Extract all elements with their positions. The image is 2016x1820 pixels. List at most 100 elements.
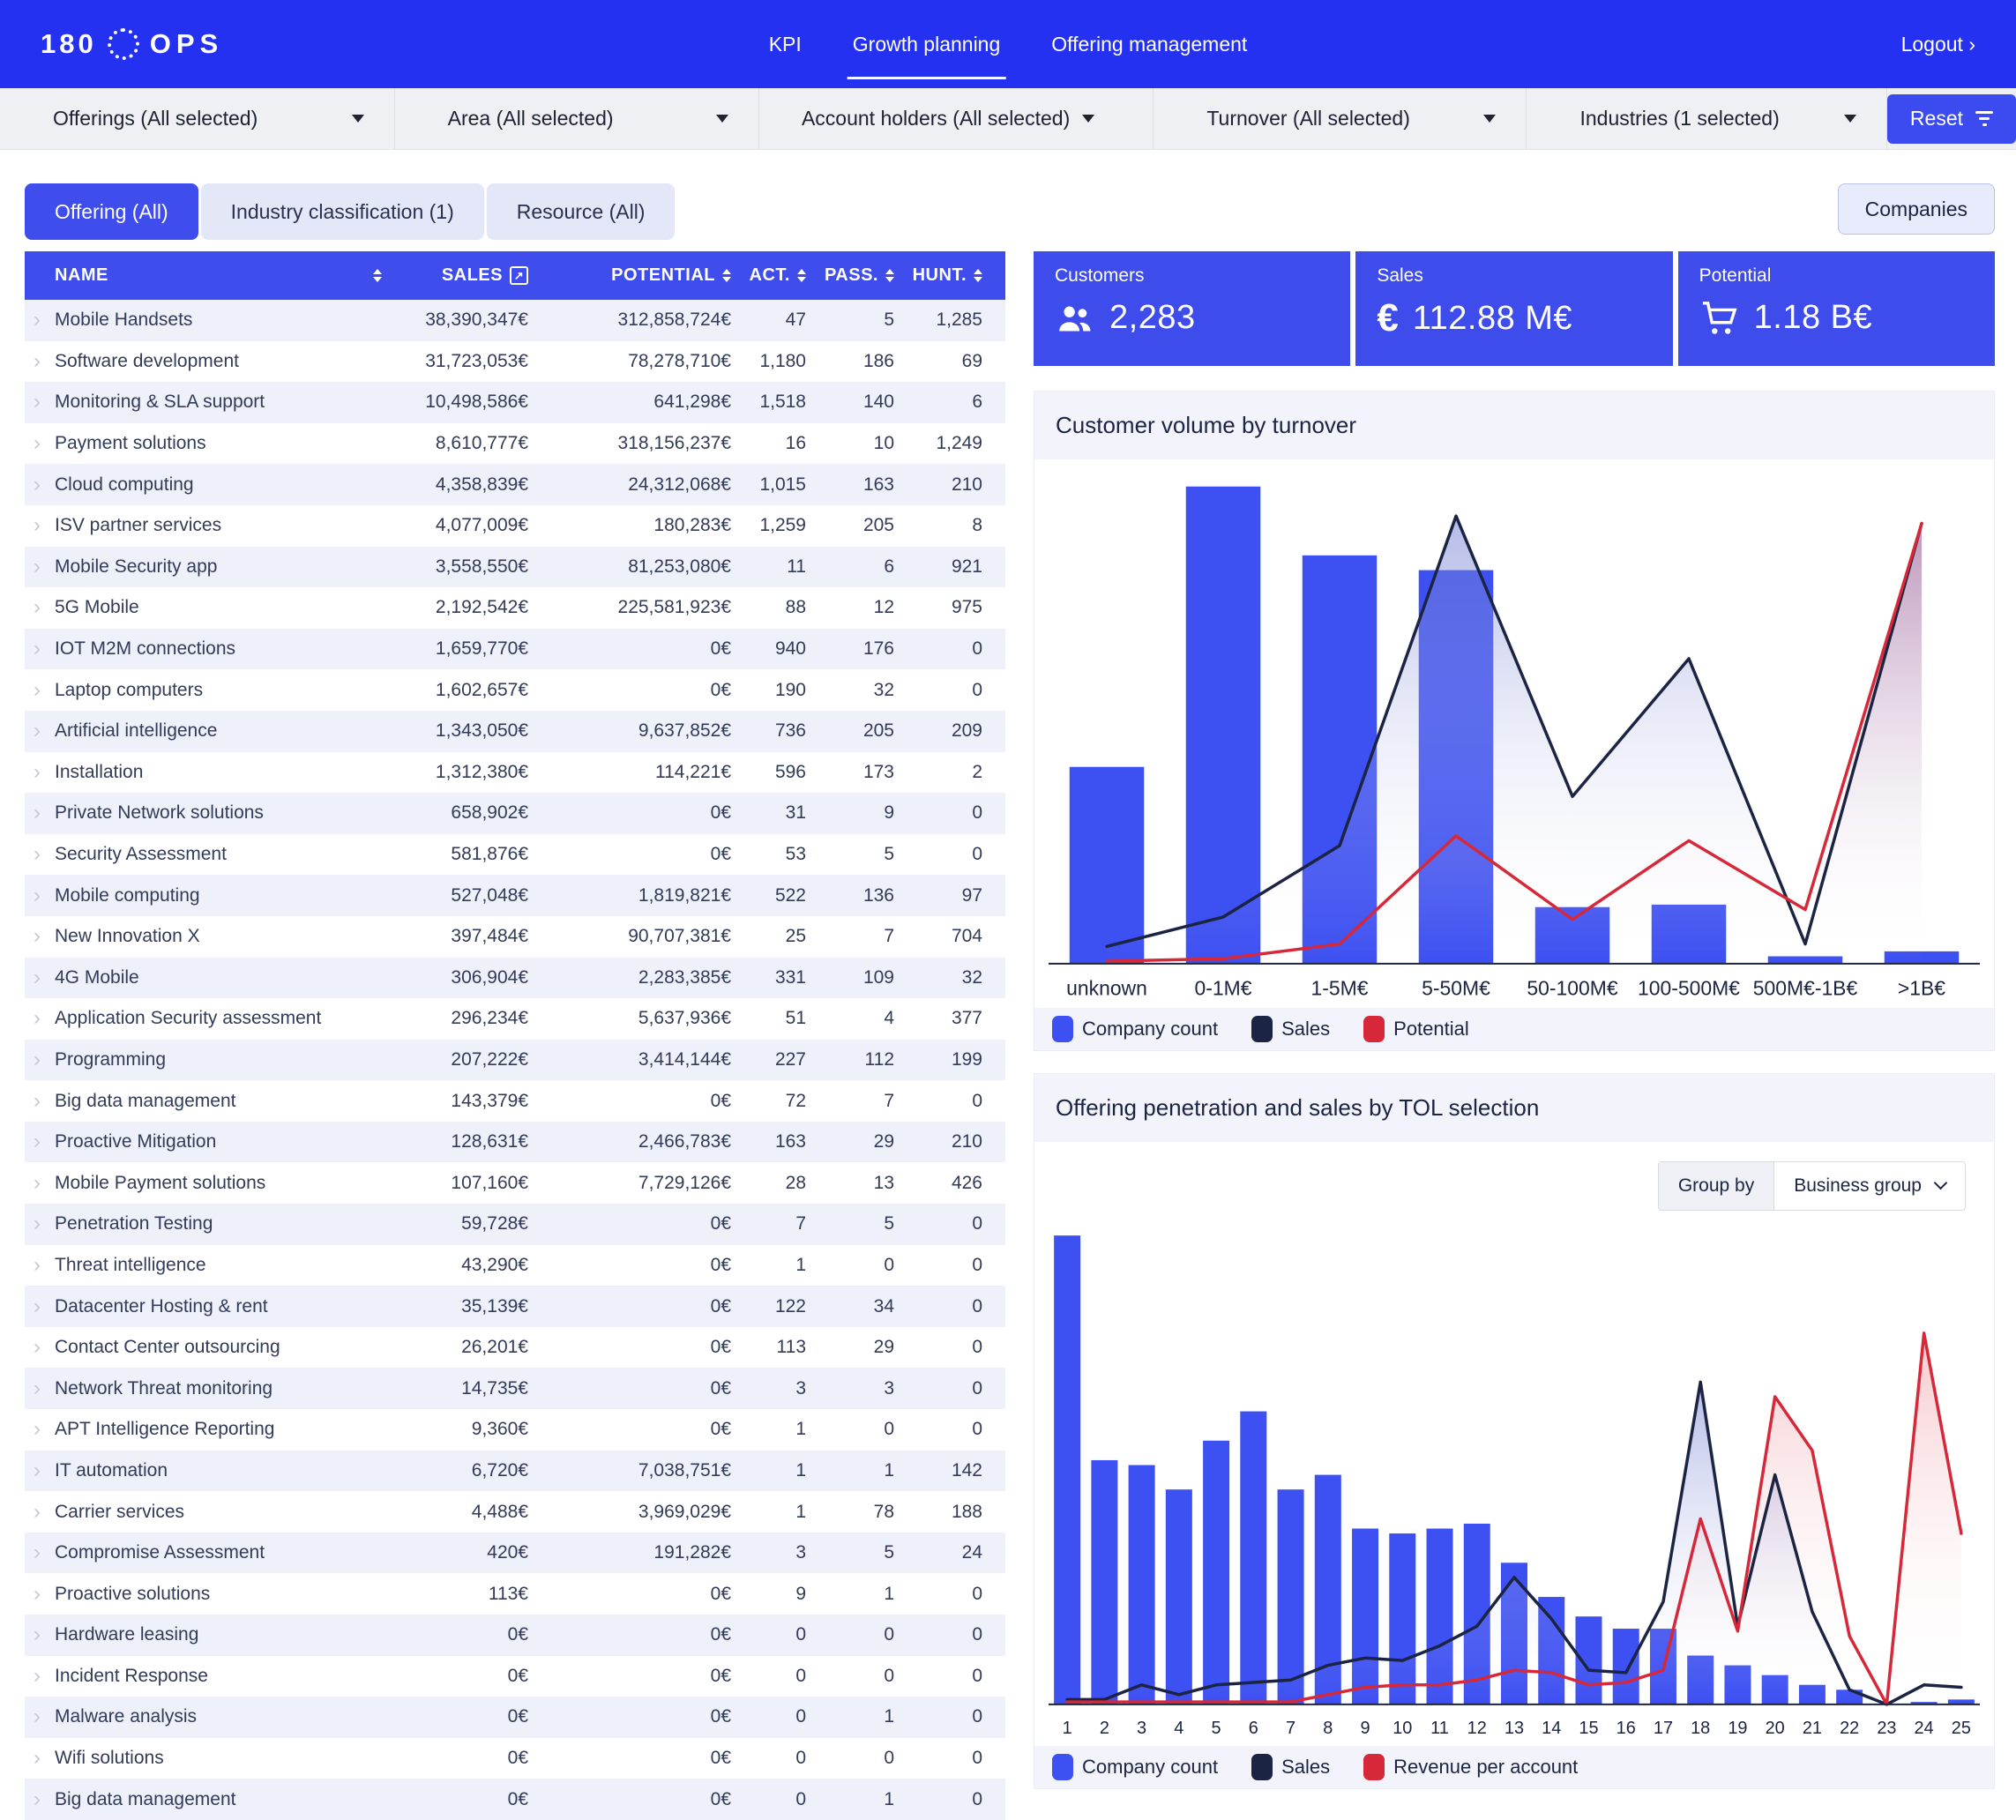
table-row[interactable]: › Carrier services 4,488€ 3,969,029€ 1 7… xyxy=(25,1491,1005,1533)
table-row[interactable]: › ISV partner services 4,077,009€ 180,28… xyxy=(25,505,1005,547)
column-header-hunt[interactable]: HUNT. xyxy=(907,265,995,286)
column-header-act[interactable]: ACT. xyxy=(743,265,818,286)
table-row[interactable]: › New Innovation X 397,484€ 90,707,381€ … xyxy=(25,916,1005,958)
table-row[interactable]: › Malware analysis 0€ 0€ 0 1 0 xyxy=(25,1697,1005,1738)
table-row[interactable]: › Compromise Assessment 420€ 191,282€ 3 … xyxy=(25,1533,1005,1574)
row-expand-chevron-icon[interactable]: › xyxy=(25,392,55,413)
row-expand-chevron-icon[interactable]: › xyxy=(25,1419,55,1440)
tab-offering-all-[interactable]: Offering (All) xyxy=(25,183,198,240)
cell-hunt: 0 xyxy=(907,1378,995,1399)
table-row[interactable]: › Software development 31,723,053€ 78,27… xyxy=(25,341,1005,383)
row-expand-chevron-icon[interactable]: › xyxy=(25,597,55,618)
row-expand-chevron-icon[interactable]: › xyxy=(25,1131,55,1152)
table-row[interactable]: › Mobile Security app 3,558,550€ 81,253,… xyxy=(25,547,1005,588)
table-row[interactable]: › Threat intelligence 43,290€ 0€ 1 0 0 xyxy=(25,1245,1005,1287)
table-row[interactable]: › Contact Center outsourcing 26,201€ 0€ … xyxy=(25,1327,1005,1369)
row-expand-chevron-icon[interactable]: › xyxy=(25,1584,55,1605)
table-row[interactable]: › Payment solutions 8,610,777€ 318,156,2… xyxy=(25,423,1005,465)
nav-link-growth-planning[interactable]: Growth planning xyxy=(853,0,1001,88)
row-expand-chevron-icon[interactable]: › xyxy=(25,844,55,865)
row-expand-chevron-icon[interactable]: › xyxy=(25,1049,55,1070)
row-expand-chevron-icon[interactable]: › xyxy=(25,1748,55,1769)
table-row[interactable]: › Cloud computing 4,358,839€ 24,312,068€… xyxy=(25,464,1005,505)
row-expand-chevron-icon[interactable]: › xyxy=(25,1789,55,1810)
row-expand-chevron-icon[interactable]: › xyxy=(25,1624,55,1645)
legend-item-revenue-per-account: Revenue per account xyxy=(1363,1754,1578,1780)
filter-dropdown[interactable]: Area (All selected) xyxy=(395,88,759,149)
reset-filters-button[interactable]: Reset xyxy=(1887,94,2016,144)
row-expand-chevron-icon[interactable]: › xyxy=(25,556,55,578)
row-expand-chevron-icon[interactable]: › xyxy=(25,1337,55,1358)
row-expand-chevron-icon[interactable]: › xyxy=(25,1255,55,1276)
filter-dropdown[interactable]: Industries (1 selected) xyxy=(1527,88,1886,149)
table-row[interactable]: › Proactive Mitigation 128,631€ 2,466,78… xyxy=(25,1122,1005,1163)
row-expand-chevron-icon[interactable]: › xyxy=(25,1213,55,1234)
table-row[interactable]: › Mobile Handsets 38,390,347€ 312,858,72… xyxy=(25,300,1005,341)
row-expand-chevron-icon[interactable]: › xyxy=(25,1666,55,1687)
row-expand-chevron-icon[interactable]: › xyxy=(25,351,55,372)
row-expand-chevron-icon[interactable]: › xyxy=(25,926,55,947)
row-expand-chevron-icon[interactable]: › xyxy=(25,762,55,783)
table-row[interactable]: › Artificial intelligence 1,343,050€ 9,6… xyxy=(25,711,1005,752)
row-expand-chevron-icon[interactable]: › xyxy=(25,1706,55,1727)
table-row[interactable]: › Laptop computers 1,602,657€ 0€ 190 32 … xyxy=(25,669,1005,711)
table-row[interactable]: › Datacenter Hosting & rent 35,139€ 0€ 1… xyxy=(25,1286,1005,1327)
table-row[interactable]: › Incident Response 0€ 0€ 0 0 0 xyxy=(25,1656,1005,1697)
row-expand-chevron-icon[interactable]: › xyxy=(25,1091,55,1112)
tab-resource-all-[interactable]: Resource (All) xyxy=(487,183,676,240)
row-expand-chevron-icon[interactable]: › xyxy=(25,638,55,660)
row-expand-chevron-icon[interactable]: › xyxy=(25,310,55,331)
table-row[interactable]: › Installation 1,312,380€ 114,221€ 596 1… xyxy=(25,752,1005,794)
tab-industry-classification-1-[interactable]: Industry classification (1) xyxy=(201,183,484,240)
row-expand-chevron-icon[interactable]: › xyxy=(25,474,55,496)
table-row[interactable]: › Mobile Payment solutions 107,160€ 7,72… xyxy=(25,1162,1005,1204)
table-row[interactable]: › Wifi solutions 0€ 0€ 0 0 0 xyxy=(25,1738,1005,1779)
row-expand-chevron-icon[interactable]: › xyxy=(25,967,55,988)
filter-dropdown[interactable]: Turnover (All selected) xyxy=(1154,88,1527,149)
column-header-potential[interactable]: POTENTIAL xyxy=(541,265,743,286)
table-row[interactable]: › IT automation 6,720€ 7,038,751€ 1 1 14… xyxy=(25,1451,1005,1492)
nav-link-offering-management[interactable]: Offering management xyxy=(1051,0,1247,88)
row-expand-chevron-icon[interactable]: › xyxy=(25,433,55,454)
table-row[interactable]: › 4G Mobile 306,904€ 2,283,385€ 331 109 … xyxy=(25,958,1005,999)
nav-link-kpi[interactable]: KPI xyxy=(769,0,802,88)
table-row[interactable]: › Big data management 143,379€ 0€ 72 7 0 xyxy=(25,1080,1005,1122)
table-row[interactable]: › APT Intelligence Reporting 9,360€ 0€ 1… xyxy=(25,1409,1005,1451)
column-header-name[interactable]: NAME xyxy=(25,265,382,286)
row-expand-chevron-icon[interactable]: › xyxy=(25,515,55,536)
column-header-sales[interactable]: SALES↗ xyxy=(382,265,541,286)
logout-link[interactable]: Logout › xyxy=(1901,33,1975,56)
table-row[interactable]: › Network Threat monitoring 14,735€ 0€ 3… xyxy=(25,1368,1005,1409)
row-expand-chevron-icon[interactable]: › xyxy=(25,680,55,701)
filter-dropdown[interactable]: Account holders (All selected) xyxy=(759,88,1154,149)
row-expand-chevron-icon[interactable]: › xyxy=(25,885,55,906)
column-header-pass[interactable]: PASS. xyxy=(818,265,907,286)
cell-pass: 205 xyxy=(818,515,907,536)
table-row[interactable]: › Hardware leasing 0€ 0€ 0 0 0 xyxy=(25,1615,1005,1656)
cell-act: 1,180 xyxy=(743,351,818,372)
table-row[interactable]: › Application Security assessment 296,23… xyxy=(25,998,1005,1040)
cell-pass: 109 xyxy=(818,967,907,988)
table-row[interactable]: › Security Assessment 581,876€ 0€ 53 5 0 xyxy=(25,834,1005,876)
table-row[interactable]: › Penetration Testing 59,728€ 0€ 7 5 0 xyxy=(25,1204,1005,1245)
row-expand-chevron-icon[interactable]: › xyxy=(25,1173,55,1194)
table-row[interactable]: › Monitoring & SLA support 10,498,586€ 6… xyxy=(25,382,1005,423)
companies-button[interactable]: Companies xyxy=(1838,183,1995,235)
row-expand-chevron-icon[interactable]: › xyxy=(25,1460,55,1481)
table-row[interactable]: › Programming 207,222€ 3,414,144€ 227 11… xyxy=(25,1040,1005,1081)
row-expand-chevron-icon[interactable]: › xyxy=(25,1008,55,1029)
row-expand-chevron-icon[interactable]: › xyxy=(25,1378,55,1399)
row-expand-chevron-icon[interactable]: › xyxy=(25,802,55,824)
table-row[interactable]: › IOT M2M connections 1,659,770€ 0€ 940 … xyxy=(25,629,1005,670)
table-row[interactable]: › Private Network solutions 658,902€ 0€ … xyxy=(25,793,1005,834)
group-by-select[interactable]: Business group xyxy=(1774,1162,1965,1210)
row-expand-chevron-icon[interactable]: › xyxy=(25,1296,55,1317)
row-expand-chevron-icon[interactable]: › xyxy=(25,1542,55,1563)
table-row[interactable]: › Mobile computing 527,048€ 1,819,821€ 5… xyxy=(25,875,1005,916)
table-row[interactable]: › 5G Mobile 2,192,542€ 225,581,923€ 88 1… xyxy=(25,587,1005,629)
table-row[interactable]: › Big data management 0€ 0€ 0 1 0 xyxy=(25,1779,1005,1820)
table-row[interactable]: › Proactive solutions 113€ 0€ 9 1 0 xyxy=(25,1573,1005,1615)
filter-dropdown[interactable]: Offerings (All selected) xyxy=(0,88,395,149)
row-expand-chevron-icon[interactable]: › xyxy=(25,720,55,742)
row-expand-chevron-icon[interactable]: › xyxy=(25,1502,55,1523)
